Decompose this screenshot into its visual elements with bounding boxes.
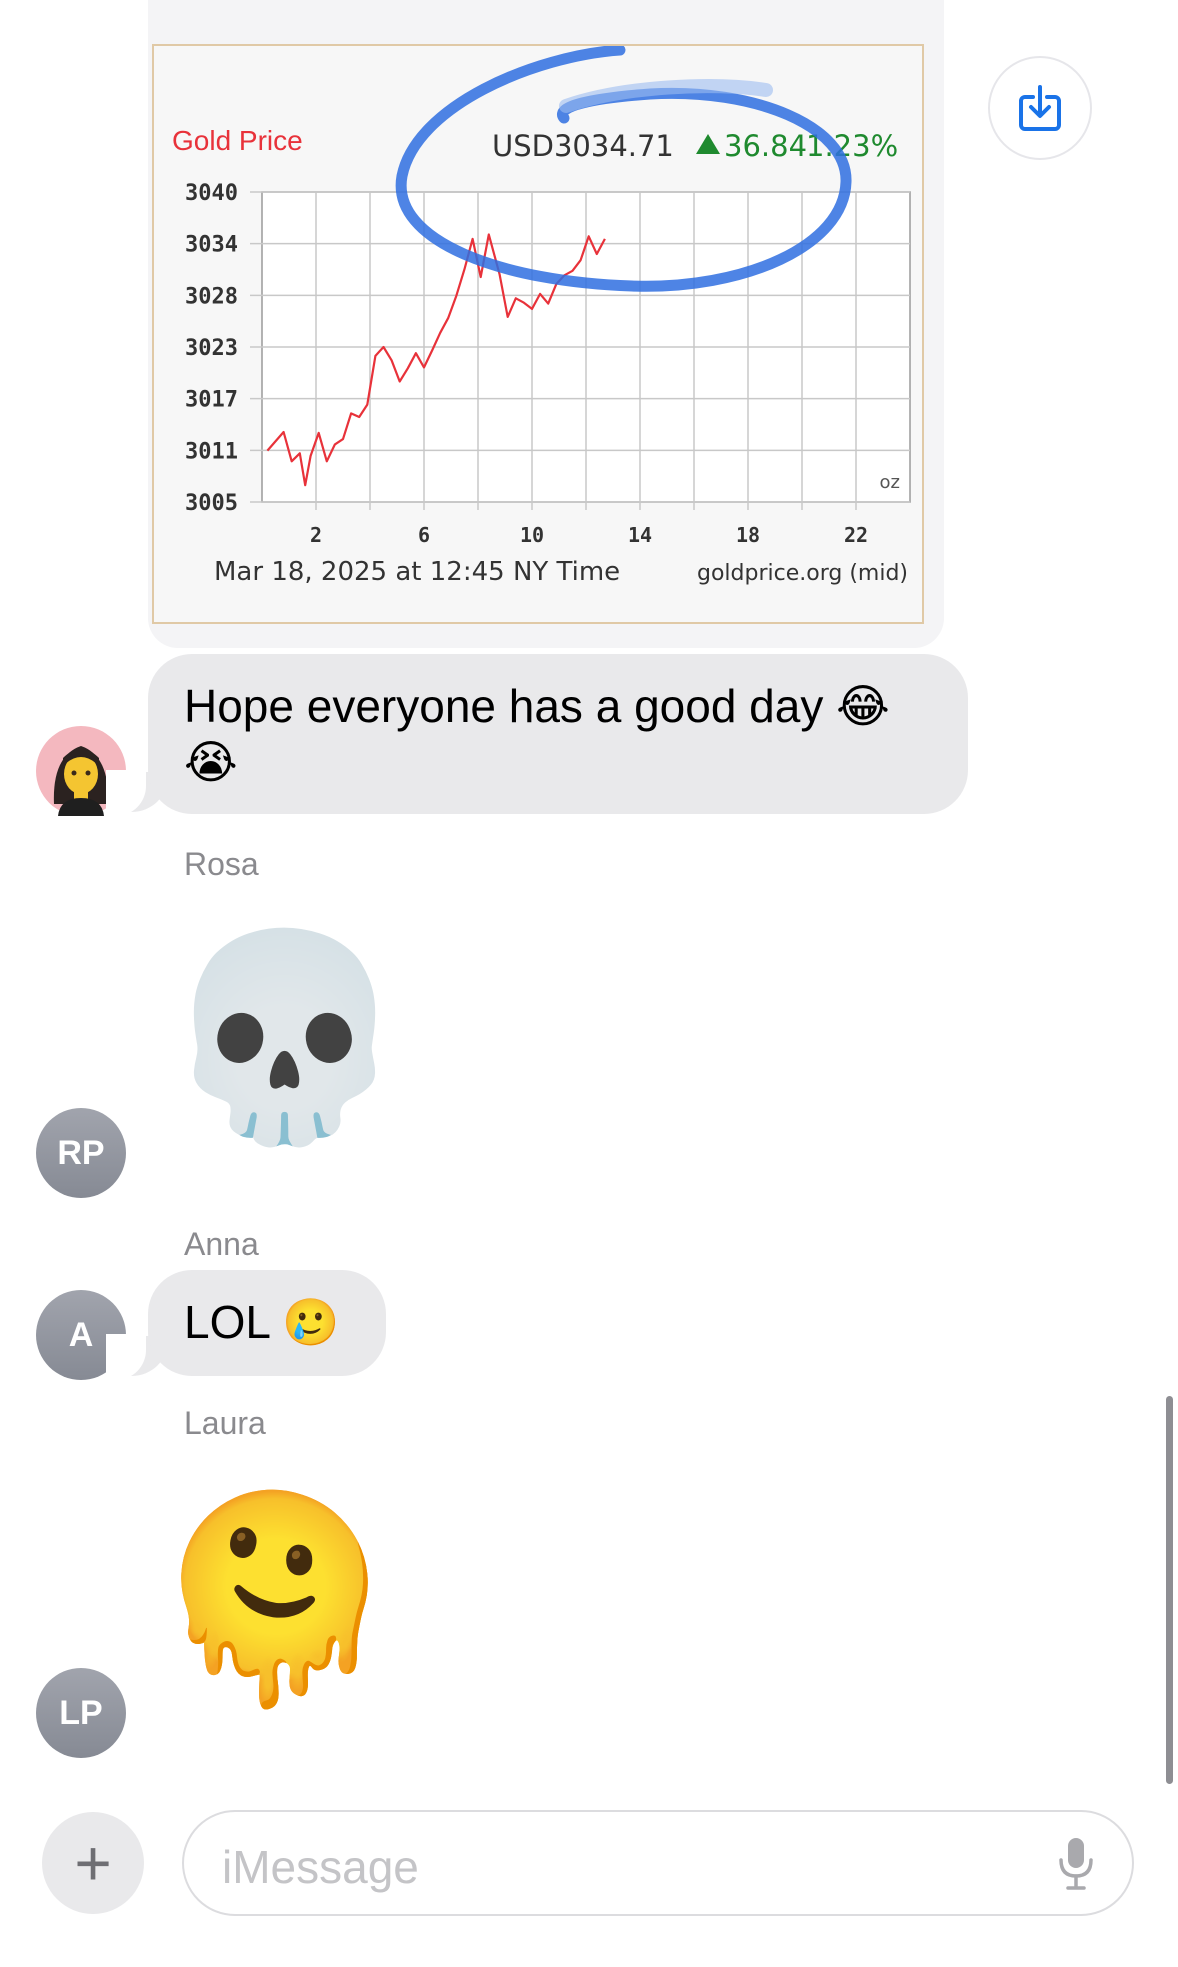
y-tick-label: 3017 bbox=[185, 388, 238, 413]
avatar-initials: LP bbox=[59, 1693, 103, 1732]
message-text-line2: 😭 bbox=[184, 736, 238, 788]
chart-title: Gold Price bbox=[172, 125, 303, 156]
add-attachment-button[interactable]: + bbox=[42, 1812, 144, 1914]
y-tick-label: 3005 bbox=[185, 491, 238, 516]
avatar-initials: A bbox=[68, 1315, 94, 1354]
skull-emoji-message[interactable]: 💀 bbox=[160, 938, 409, 1138]
microphone-icon[interactable] bbox=[1056, 1836, 1096, 1892]
x-tick-label: 22 bbox=[844, 523, 868, 547]
change-value: 36.84 bbox=[724, 129, 807, 163]
scrollbar[interactable] bbox=[1166, 1396, 1173, 1784]
melting-face-emoji-message[interactable]: 🫠 bbox=[150, 1500, 399, 1700]
y-tick-label: 3023 bbox=[185, 336, 238, 361]
message-bubble[interactable]: Hope everyone has a good day 😂 😭 bbox=[148, 654, 968, 814]
footer-timestamp: Mar 18, 2025 at 12:45 NY Time bbox=[214, 557, 620, 587]
avatar-initials: RP bbox=[57, 1133, 105, 1172]
sender-name: Laura bbox=[184, 1405, 266, 1441]
sender-name: Anna bbox=[184, 1226, 259, 1262]
footer-source: goldprice.org (mid) bbox=[697, 561, 908, 586]
x-tick-label: 18 bbox=[736, 523, 760, 547]
message-text: Hope everyone has a good day 😂 bbox=[184, 680, 890, 732]
price-label: USD3034.71 bbox=[492, 129, 674, 163]
x-tick-label: 14 bbox=[628, 523, 652, 547]
sender-name: Rosa bbox=[184, 846, 259, 882]
message-input[interactable]: iMessage bbox=[182, 1810, 1134, 1916]
x-tick-label: 2 bbox=[310, 523, 322, 547]
download-icon bbox=[1019, 85, 1061, 131]
y-tick-label: 3040 bbox=[185, 181, 238, 206]
image-attachment[interactable]: 3040 3034 3028 3023 3017 3011 3005 2 6 10 14 18 22 oz… bbox=[148, 0, 944, 648]
avatar[interactable]: LP bbox=[36, 1668, 126, 1758]
save-attachment-button[interactable] bbox=[988, 56, 1092, 160]
chart-canvas: 3040 3034 3028 3023 3017 3011 3005 2 6 10 14 18 22 oz… bbox=[172, 46, 911, 587]
y-tick-label: 3028 bbox=[185, 284, 238, 309]
unit-label: oz bbox=[880, 472, 900, 493]
y-tick-label: 3034 bbox=[185, 233, 238, 258]
x-tick-label: 10 bbox=[520, 523, 544, 547]
message-input-placeholder: iMessage bbox=[222, 1841, 419, 1893]
plus-icon: + bbox=[74, 1827, 112, 1899]
gold-price-chart: 3040 3034 3028 3023 3017 3011 3005 2 6 10 14 18 22 oz… bbox=[152, 44, 924, 624]
message-text: LOL 🥲 bbox=[184, 1296, 340, 1348]
y-tick-label: 3011 bbox=[185, 439, 238, 464]
message-bubble[interactable]: LOL 🥲 bbox=[148, 1270, 386, 1376]
avatar[interactable]: RP bbox=[36, 1108, 126, 1198]
up-arrow-icon bbox=[696, 134, 720, 154]
x-tick-label: 6 bbox=[418, 523, 430, 547]
